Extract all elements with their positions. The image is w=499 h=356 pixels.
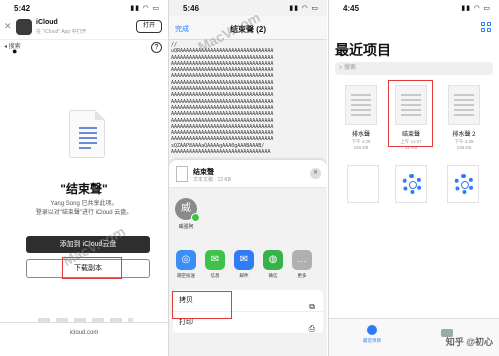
tab-recents[interactable]: 最近项目 <box>357 325 387 344</box>
share-app-messages[interactable]: ✉ 信息 <box>202 250 228 279</box>
clock-icon <box>367 325 377 335</box>
share-app-label: 信息 <box>210 273 220 278</box>
share-app-row: ◎ 隔空投送 ✉ 信息 ✉ 邮件 ◍ 微信 … 更多 <box>173 250 323 286</box>
share-sheet-panel: 5:46 ▮▮ ◠ ▭ 完成 结束聲 (2) //uQRAAAAAAAAAAAA… <box>169 0 327 356</box>
icloud-app-icon <box>16 19 32 35</box>
share-app-label: 更多 <box>297 273 307 278</box>
code-line: AAAAAAAAAAAAAAAAAAAAAAAAAAAAAAAAA <box>171 149 271 156</box>
shared-file-title: "结束聲" <box>60 182 108 196</box>
copy-label: 拷贝 <box>179 297 193 304</box>
status-time: 5:42 <box>14 4 31 13</box>
contact-suggestion[interactable]: 威 威强阿 <box>175 198 201 230</box>
files-recents-panel: 4:45 ▮▮ ◠ ▭ 最近项目 ⌕ 搜索 排水聲 下午 4:28 150 KB <box>329 0 499 356</box>
wechat-badge-icon <box>191 213 200 222</box>
mail-icon: ✉ <box>234 250 254 270</box>
share-app-airdrop[interactable]: ◎ 隔空投送 <box>173 250 199 279</box>
more-icon: … <box>292 250 312 270</box>
settings-file-icon[interactable] <box>447 165 479 203</box>
help-icon[interactable]: ? <box>151 42 162 53</box>
avatar: 威 <box>175 198 200 222</box>
banner-app-subtitle: 在 "iCloud" App 中打开 <box>36 29 87 35</box>
file-thumbnail <box>345 85 377 125</box>
download-copy-button[interactable]: 下载副本 <box>26 259 150 278</box>
file-size: 150 KB <box>353 145 369 150</box>
share-app-mail[interactable]: ✉ 邮件 <box>231 250 257 279</box>
banner-app-name: iCloud <box>36 19 58 26</box>
footer-divider <box>0 322 168 323</box>
settings-file-icon[interactable] <box>395 165 427 203</box>
status-indicators: ▮▮ ◠ ▭ <box>130 5 160 12</box>
share-description: Yang Song 已共享此项。 登录以对"结束聲"进行 iCloud 云盘。 <box>10 200 158 218</box>
print-icon: ⎙ <box>308 324 315 333</box>
sheet-close-icon[interactable]: ✕ <box>310 168 321 179</box>
credit-text: 知乎 @初心 <box>445 337 493 347</box>
document-icon <box>69 110 105 158</box>
status-time: 4:45 <box>343 4 360 13</box>
file-thumbnail <box>448 85 480 125</box>
print-label: 打印 <box>179 319 193 326</box>
avatar-initial: 威 <box>181 203 191 214</box>
share-app-wechat[interactable]: ◍ 微信 <box>260 250 286 279</box>
share-app-label: 邮件 <box>239 273 249 278</box>
icloud-share-panel: 5:42 ▮▮ ◠ ▭ ✕ iCloud 在 "iCloud" App 中打开 … <box>0 0 168 356</box>
apple-logo-icon: ● <box>12 46 18 56</box>
share-sheet-header: 结束聲 文本文稿 · 12 KB ✕ <box>169 160 327 188</box>
share-description-line: Yang Song 已共享此项。 <box>50 201 118 207</box>
contact-label: 威强阿 <box>178 224 194 230</box>
app-banner: ✕ iCloud 在 "iCloud" App 中打开 打开 <box>0 16 168 40</box>
grid-view-icon[interactable] <box>481 22 491 32</box>
status-bar: 5:42 ▮▮ ◠ ▭ <box>0 0 168 16</box>
file-thumbnail[interactable] <box>347 165 379 203</box>
status-indicators: ▮▮ ◠ ▭ <box>289 5 319 12</box>
file-name: 结束聲 <box>401 132 420 138</box>
file-item[interactable]: 排水聲 下午 4:28 150 KB <box>339 85 383 150</box>
status-time: 5:46 <box>183 4 200 13</box>
file-thumbnail <box>176 166 188 182</box>
messages-icon: ✉ <box>205 250 225 270</box>
banner-open-button[interactable]: 打开 <box>136 20 162 33</box>
url-bar[interactable]: icloud.com <box>0 330 168 336</box>
status-indicators: ▮▮ ◠ ▭ <box>461 5 491 12</box>
tab-recents-label: 最近项目 <box>363 338 381 343</box>
file-name: 排水聲 <box>351 132 370 138</box>
page-title: 最近项目 <box>335 42 391 58</box>
search-input[interactable]: ⌕ 搜索 <box>335 62 493 75</box>
file-content-text: //uQRAAAAAAAAAAAAAAAAAAAAAAAAAAAAAAA AAAA… <box>171 42 325 155</box>
share-sheet: 结束聲 文本文稿 · 12 KB ✕ 威 威强阿 ◎ 隔空投送 ✉ 信息 ✉ 邮… <box>169 160 327 356</box>
share-app-label: 微信 <box>268 273 278 278</box>
wechat-icon: ◍ <box>263 250 283 270</box>
sheet-file-info: 文本文稿 · 12 KB <box>193 177 232 183</box>
file-name: 排水聲 2 <box>452 132 476 138</box>
file-item[interactable]: 排水聲 2 下午 4:28 138 KB <box>442 85 486 150</box>
file-size: 138 KB <box>456 145 472 150</box>
search-placeholder: 搜索 <box>344 65 357 71</box>
airdrop-icon: ◎ <box>176 250 196 270</box>
copy-action[interactable]: 拷贝 ⧉ <box>173 290 323 312</box>
action-list: 拷贝 ⧉ 打印 ⎙ <box>173 290 323 334</box>
file-size: 12 KB <box>404 145 418 150</box>
print-action[interactable]: 打印 ⎙ <box>173 312 323 334</box>
share-app-label: 隔空投送 <box>177 273 195 278</box>
share-description-line: 登录以对"结束聲"进行 iCloud 云盘。 <box>35 210 133 216</box>
banner-close-icon[interactable]: ✕ <box>4 21 12 32</box>
share-app-more[interactable]: … 更多 <box>289 250 315 279</box>
status-bar: 4:45 ▮▮ ◠ ▭ <box>329 0 499 16</box>
screenshot-stage: 5:42 ▮▮ ◠ ▭ ✕ iCloud 在 "iCloud" App 中打开 … <box>0 0 499 356</box>
file-item[interactable]: 结束聲 上午 11:57 12 KB <box>389 85 433 150</box>
file-thumbnail <box>395 85 427 125</box>
